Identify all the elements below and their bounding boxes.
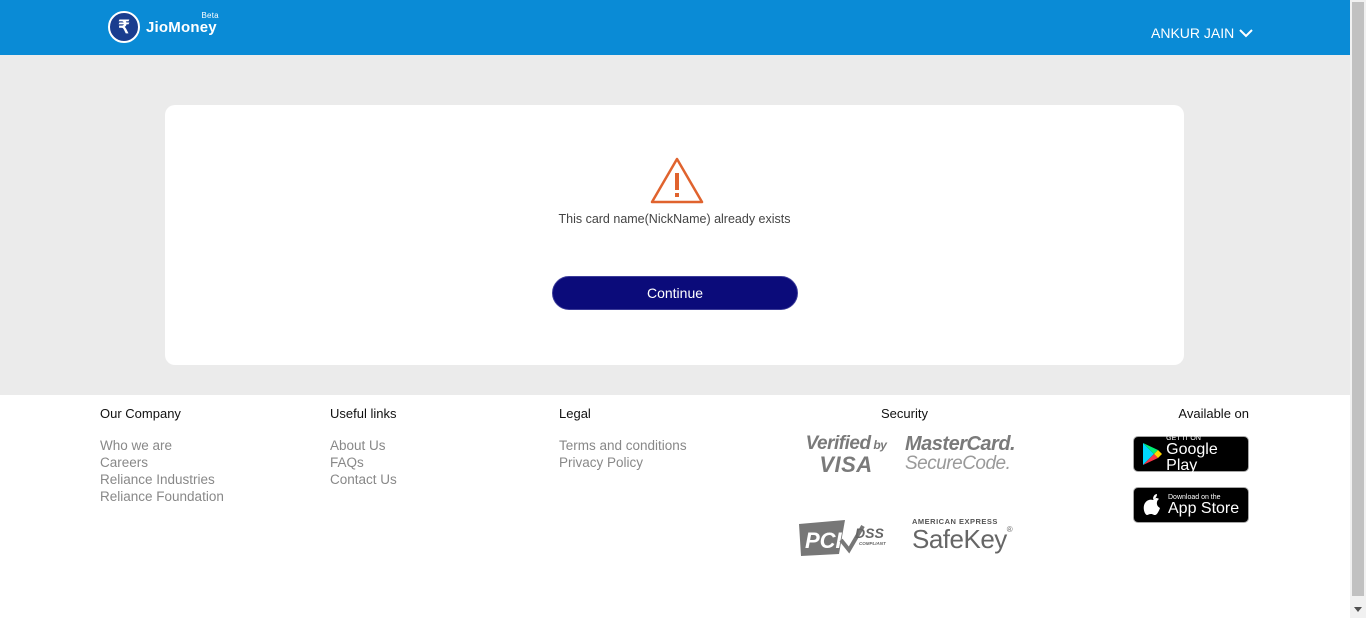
footer-title-useful: Useful links bbox=[330, 406, 397, 421]
svg-text:DSS: DSS bbox=[855, 525, 884, 541]
link-contact-us[interactable]: Contact Us bbox=[330, 471, 397, 488]
scrollbar-thumb[interactable] bbox=[1352, 2, 1364, 596]
brand-name: JioMoney Beta bbox=[146, 11, 219, 36]
alert-message: This card name(NickName) already exists bbox=[558, 212, 791, 226]
main-area: This card name(NickName) already exists … bbox=[0, 55, 1350, 395]
link-privacy[interactable]: Privacy Policy bbox=[559, 454, 687, 471]
link-careers[interactable]: Careers bbox=[100, 454, 224, 471]
user-name: ANKUR JAIN bbox=[1151, 25, 1235, 41]
amex-safekey-logo: AMERICAN EXPRESS SafeKey® bbox=[912, 517, 1013, 554]
scroll-down-icon bbox=[1354, 606, 1362, 612]
scroll-down-arrow[interactable] bbox=[1350, 600, 1366, 618]
pci-dss-logo: PCI DSS COMPLIANT bbox=[799, 520, 887, 556]
footer-legal: Legal Terms and conditions Privacy Polic… bbox=[559, 406, 687, 471]
continue-button[interactable]: Continue bbox=[552, 276, 798, 310]
warning-triangle-icon bbox=[650, 157, 704, 204]
link-about-us[interactable]: About Us bbox=[330, 437, 397, 454]
jiomoney-logo[interactable]: ₹ JioMoney Beta bbox=[108, 11, 219, 43]
svg-text:PCI: PCI bbox=[805, 528, 843, 553]
google-play-icon bbox=[1143, 443, 1163, 465]
chevron-down-icon bbox=[1239, 28, 1253, 37]
link-reliance-foundation[interactable]: Reliance Foundation bbox=[100, 488, 224, 505]
svg-text:COMPLIANT: COMPLIANT bbox=[859, 541, 887, 546]
footer-available-on: Available on bbox=[1130, 406, 1249, 437]
footer-title-legal: Legal bbox=[559, 406, 591, 421]
apple-icon bbox=[1143, 494, 1160, 515]
link-reliance-industries[interactable]: Reliance Industries bbox=[100, 471, 224, 488]
user-menu[interactable]: ANKUR JAIN bbox=[1151, 25, 1253, 41]
brand-name-text: JioMoney bbox=[146, 18, 217, 36]
link-who-we-are[interactable]: Who we are bbox=[100, 437, 224, 454]
rupee-logo-icon: ₹ bbox=[108, 11, 140, 43]
footer-title-company: Our Company bbox=[100, 406, 181, 421]
verified-by-visa-logo: Verified by VISA bbox=[805, 433, 887, 477]
footer-useful-links: Useful links About Us FAQs Contact Us bbox=[330, 406, 397, 488]
link-terms[interactable]: Terms and conditions bbox=[559, 437, 687, 454]
link-faqs[interactable]: FAQs bbox=[330, 454, 397, 471]
google-play-badge[interactable]: GET IT ON Google Play bbox=[1133, 435, 1249, 473]
footer-title-available: Available on bbox=[1178, 406, 1249, 421]
beta-badge: Beta bbox=[201, 10, 219, 20]
footer-our-company: Our Company Who we are Careers Reliance … bbox=[100, 406, 224, 505]
app-store-badge[interactable]: Download on the App Store bbox=[1133, 487, 1249, 523]
mastercard-securecode-logo: MasterCard. SecureCode. bbox=[905, 433, 1016, 474]
alert-card: This card name(NickName) already exists … bbox=[165, 105, 1184, 365]
footer-title-security: Security bbox=[881, 406, 928, 421]
top-header: ₹ JioMoney Beta ANKUR JAIN bbox=[0, 0, 1350, 55]
